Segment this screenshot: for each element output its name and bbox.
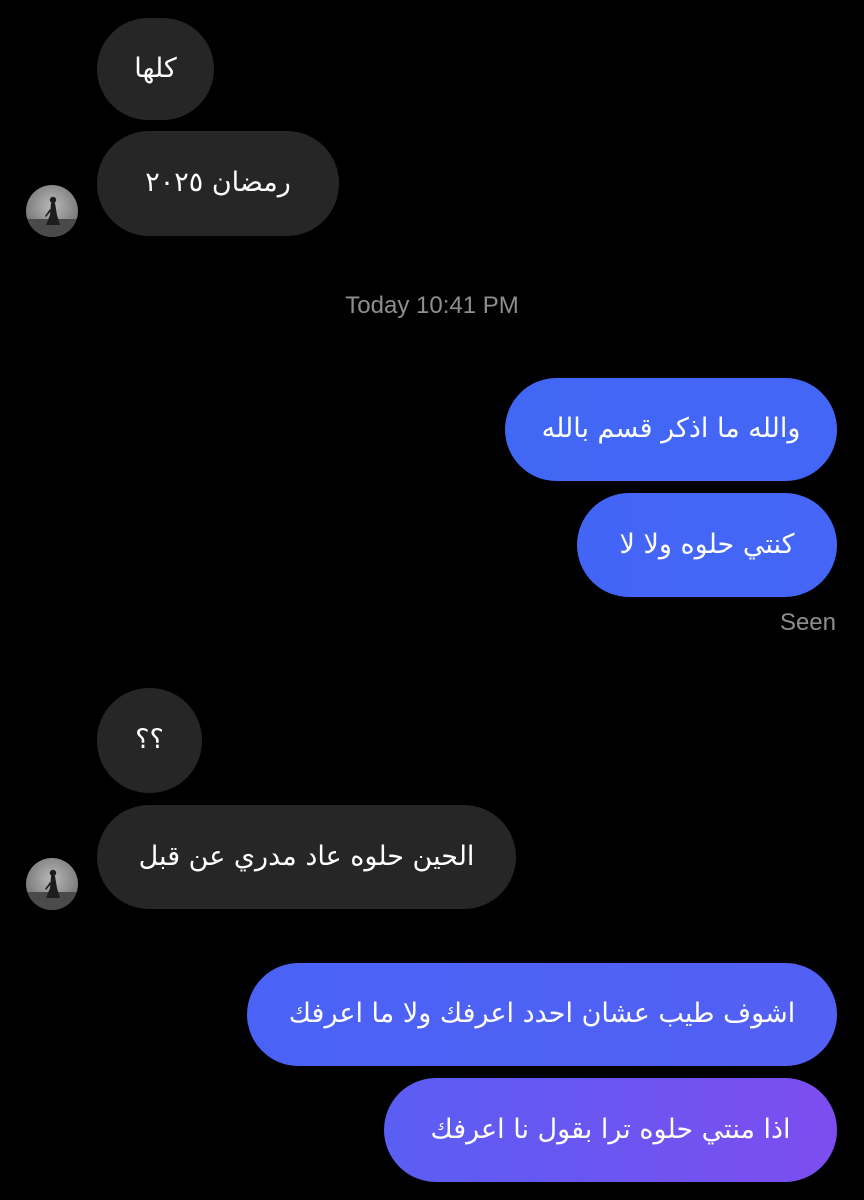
- message-bubble-sent[interactable]: والله ما اذكر قسم بالله: [505, 378, 837, 481]
- message-text: كنتي حلوه ولا لا: [619, 528, 795, 560]
- message-bubble-sent[interactable]: اشوف طيب عشان احدد اعرفك ولا ما اعرفك: [247, 963, 837, 1066]
- avatar[interactable]: [26, 858, 78, 910]
- person-silhouette-icon: [26, 869, 78, 910]
- message-bubble-received[interactable]: ؟؟: [97, 688, 202, 793]
- message-text: اشوف طيب عشان احدد اعرفك ولا ما اعرفك: [288, 998, 796, 1030]
- timestamp: Today 10:41 PM: [345, 292, 519, 319]
- person-silhouette-icon: [26, 196, 78, 237]
- message-text: الحين حلوه عاد مدري عن قبل: [138, 840, 475, 872]
- message-bubble-received[interactable]: رمضان ٢٠٢٥: [97, 131, 339, 236]
- message-bubble-received[interactable]: الحين حلوه عاد مدري عن قبل: [97, 805, 516, 909]
- message-bubble-received[interactable]: كلها: [97, 18, 214, 120]
- message-text: اذا منتي حلوه ترا بقول نا اعرفك: [430, 1113, 791, 1145]
- message-bubble-sent[interactable]: كنتي حلوه ولا لا: [577, 493, 837, 597]
- avatar[interactable]: [26, 185, 78, 237]
- message-text: كلها: [134, 52, 177, 84]
- message-text: ؟؟: [135, 724, 164, 756]
- message-text: رمضان ٢٠٢٥: [145, 167, 291, 199]
- seen-status: Seen: [779, 609, 836, 636]
- message-bubble-sent[interactable]: اذا منتي حلوه ترا بقول نا اعرفك: [384, 1078, 837, 1182]
- message-text: والله ما اذكر قسم بالله: [541, 413, 801, 445]
